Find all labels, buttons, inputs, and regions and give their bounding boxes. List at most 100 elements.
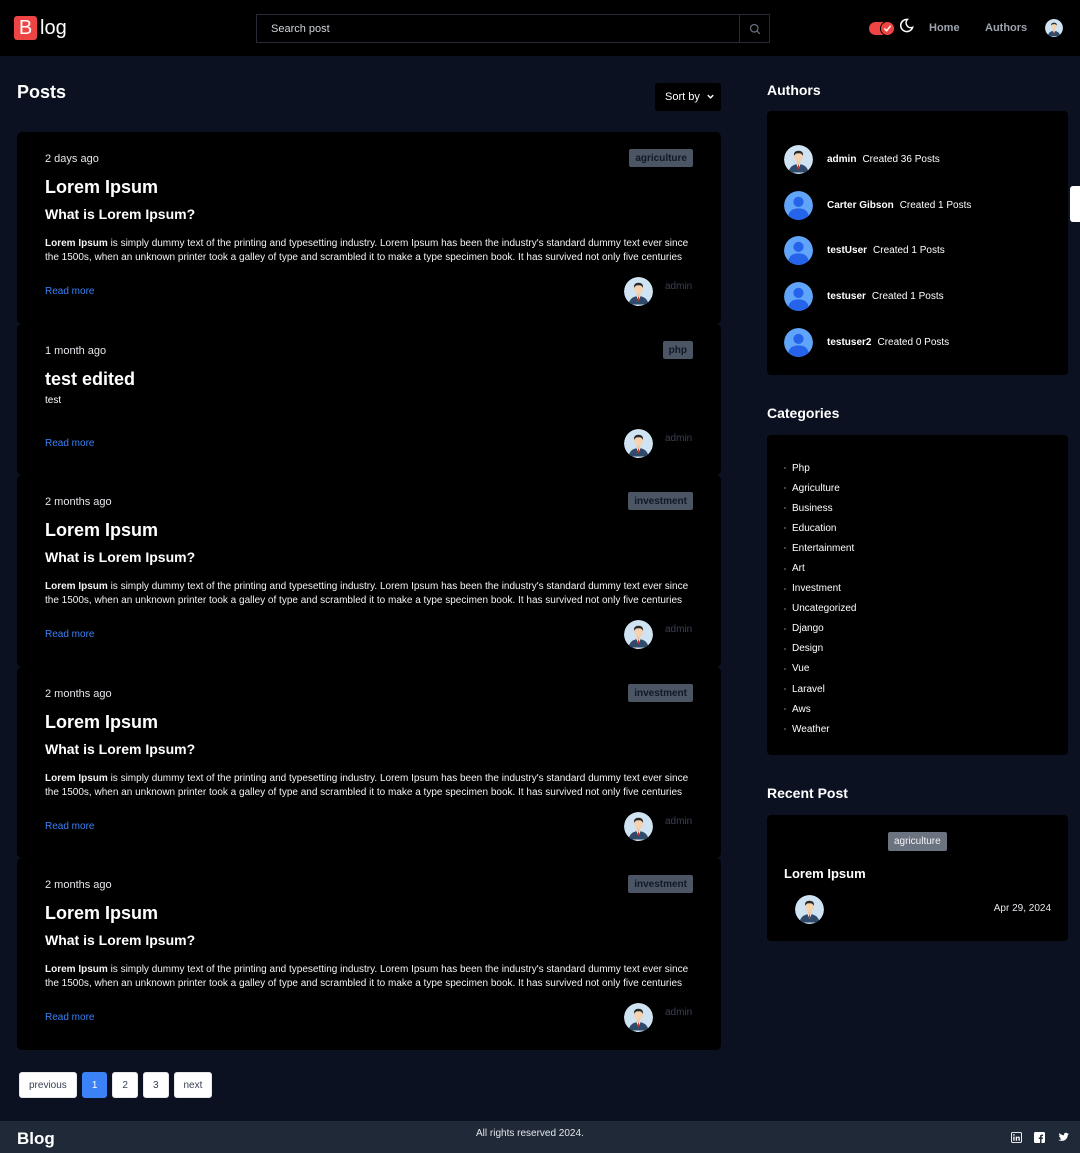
category-item[interactable]: Education [784,518,856,538]
categories-heading: Categories [767,405,840,421]
category-item[interactable]: Vue [784,659,856,679]
read-more-link[interactable]: Read more [45,286,94,297]
search-input[interactable] [257,15,739,42]
post-card: 2 months ago investment Lorem Ipsum What… [17,858,721,1050]
read-more-link[interactable]: Read more [45,1012,94,1023]
author-avatar[interactable] [795,895,824,924]
site-logo[interactable]: B log [14,16,67,40]
facebook-icon[interactable] [1034,1132,1045,1143]
post-excerpt: Lorem Ipsum is simply dummy text of the … [45,237,693,265]
read-more-link[interactable]: Read more [45,438,94,449]
excerpt-text: is simply dummy text of the printing and… [45,581,689,606]
user-avatar[interactable] [1045,19,1063,37]
post-card: 1 month ago php test edited test Read mo… [17,324,721,475]
excerpt-strong: Lorem Ipsum [45,238,108,249]
category-item[interactable]: Agriculture [784,478,856,498]
author-name: testuser [827,291,866,302]
category-item[interactable]: Aws [784,699,856,719]
author-name: Carter Gibson [827,200,894,211]
posts-heading: Posts [17,82,67,102]
previous-page-button[interactable]: previous [19,1072,77,1098]
linkedin-icon[interactable] [1011,1132,1022,1143]
footer-copyright: All rights reserved 2024. [476,1128,584,1139]
category-item[interactable]: Laravel [784,679,856,699]
page-1-button[interactable]: 1 [81,1072,108,1098]
post-title[interactable]: test edited [45,369,135,390]
moon-icon[interactable] [899,18,914,33]
post-author[interactable]: admin [665,816,692,827]
category-badge[interactable]: investment [628,492,693,510]
post-title[interactable]: Lorem Ipsum [45,712,158,733]
category-badge[interactable]: investment [628,875,693,893]
category-list: Php Agriculture Business Education Enter… [784,458,856,739]
category-item[interactable]: Business [784,498,856,518]
post-author[interactable]: admin [665,281,692,292]
nav-home[interactable]: Home [929,22,960,34]
post-author[interactable]: admin [665,1007,692,1018]
post-card: 2 months ago investment Lorem Ipsum What… [17,475,721,667]
author-avatar[interactable] [624,1003,653,1032]
post-author[interactable]: admin [665,624,692,635]
category-badge[interactable]: agriculture [629,149,693,167]
author-avatar[interactable] [624,277,653,306]
category-item[interactable]: Django [784,619,856,639]
authors-heading: Authors [767,82,821,98]
author-post-count: Created 36 Posts [862,154,940,165]
author-item[interactable]: Carter Gibson Created 1 Posts [784,191,971,220]
read-more-link[interactable]: Read more [45,629,94,640]
sort-select[interactable]: Sort by [655,83,721,111]
category-badge[interactable]: investment [628,684,693,702]
recent-post-title[interactable]: Lorem Ipsum [784,866,866,881]
post-excerpt: Lorem Ipsum is simply dummy text of the … [45,772,693,800]
excerpt-strong: Lorem Ipsum [45,964,108,975]
author-item[interactable]: testUser Created 1 Posts [784,236,945,265]
category-item[interactable]: Design [784,639,856,659]
post-date: 2 days ago [45,153,99,165]
post-date: 2 months ago [45,496,112,508]
page-3-button[interactable]: 3 [142,1072,169,1098]
recent-post-heading: Recent Post [767,785,848,801]
post-title[interactable]: Lorem Ipsum [45,177,158,198]
twitter-icon[interactable] [1057,1132,1069,1143]
toggle-knob [880,21,895,36]
category-item[interactable]: Weather [784,719,856,739]
categories-card: Php Agriculture Business Education Enter… [767,435,1068,755]
footer-brand[interactable]: Blog [17,1129,55,1149]
author-item[interactable]: testuser2 Created 0 Posts [784,328,949,357]
excerpt-text: is simply dummy text of the printing and… [45,964,689,989]
nav-authors[interactable]: Authors [985,22,1027,34]
category-item[interactable]: Investment [784,579,856,599]
post-excerpt: Lorem Ipsum is simply dummy text of the … [45,963,693,991]
post-title[interactable]: Lorem Ipsum [45,903,158,924]
category-badge[interactable]: agriculture [888,832,947,851]
recent-post-card: agriculture Lorem Ipsum Apr 29, 2024 [767,815,1068,941]
category-item[interactable]: Php [784,458,856,478]
post-author[interactable]: admin [665,433,692,444]
pagination: previous 1 2 3 next [19,1072,213,1098]
next-page-button[interactable]: next [173,1072,213,1098]
excerpt-strong: Lorem Ipsum [45,773,108,784]
post-date: 1 month ago [45,345,107,357]
side-drawer-tab[interactable] [1070,186,1080,222]
search-button[interactable] [739,15,769,42]
theme-toggle[interactable] [869,21,895,36]
category-item[interactable]: Art [784,558,856,578]
post-title[interactable]: Lorem Ipsum [45,520,158,541]
page-2-button[interactable]: 2 [112,1072,138,1098]
author-item[interactable]: testuser Created 1 Posts [784,282,944,311]
category-item[interactable]: Uncategorized [784,599,856,619]
author-avatar [784,236,813,265]
author-avatar[interactable] [624,812,653,841]
post-subtitle: What is Lorem Ipsum? [45,206,196,222]
category-item[interactable]: Entertainment [784,538,856,558]
author-avatar[interactable] [624,620,653,649]
author-name: testuser2 [827,337,872,348]
author-avatar[interactable] [624,429,653,458]
search-icon [749,23,760,34]
post-date: 2 months ago [45,688,112,700]
author-item[interactable]: admin Created 36 Posts [784,145,940,174]
post-subtitle: What is Lorem Ipsum? [45,932,196,948]
read-more-link[interactable]: Read more [45,821,94,832]
post-body: test [45,395,62,406]
category-badge[interactable]: php [662,341,693,359]
